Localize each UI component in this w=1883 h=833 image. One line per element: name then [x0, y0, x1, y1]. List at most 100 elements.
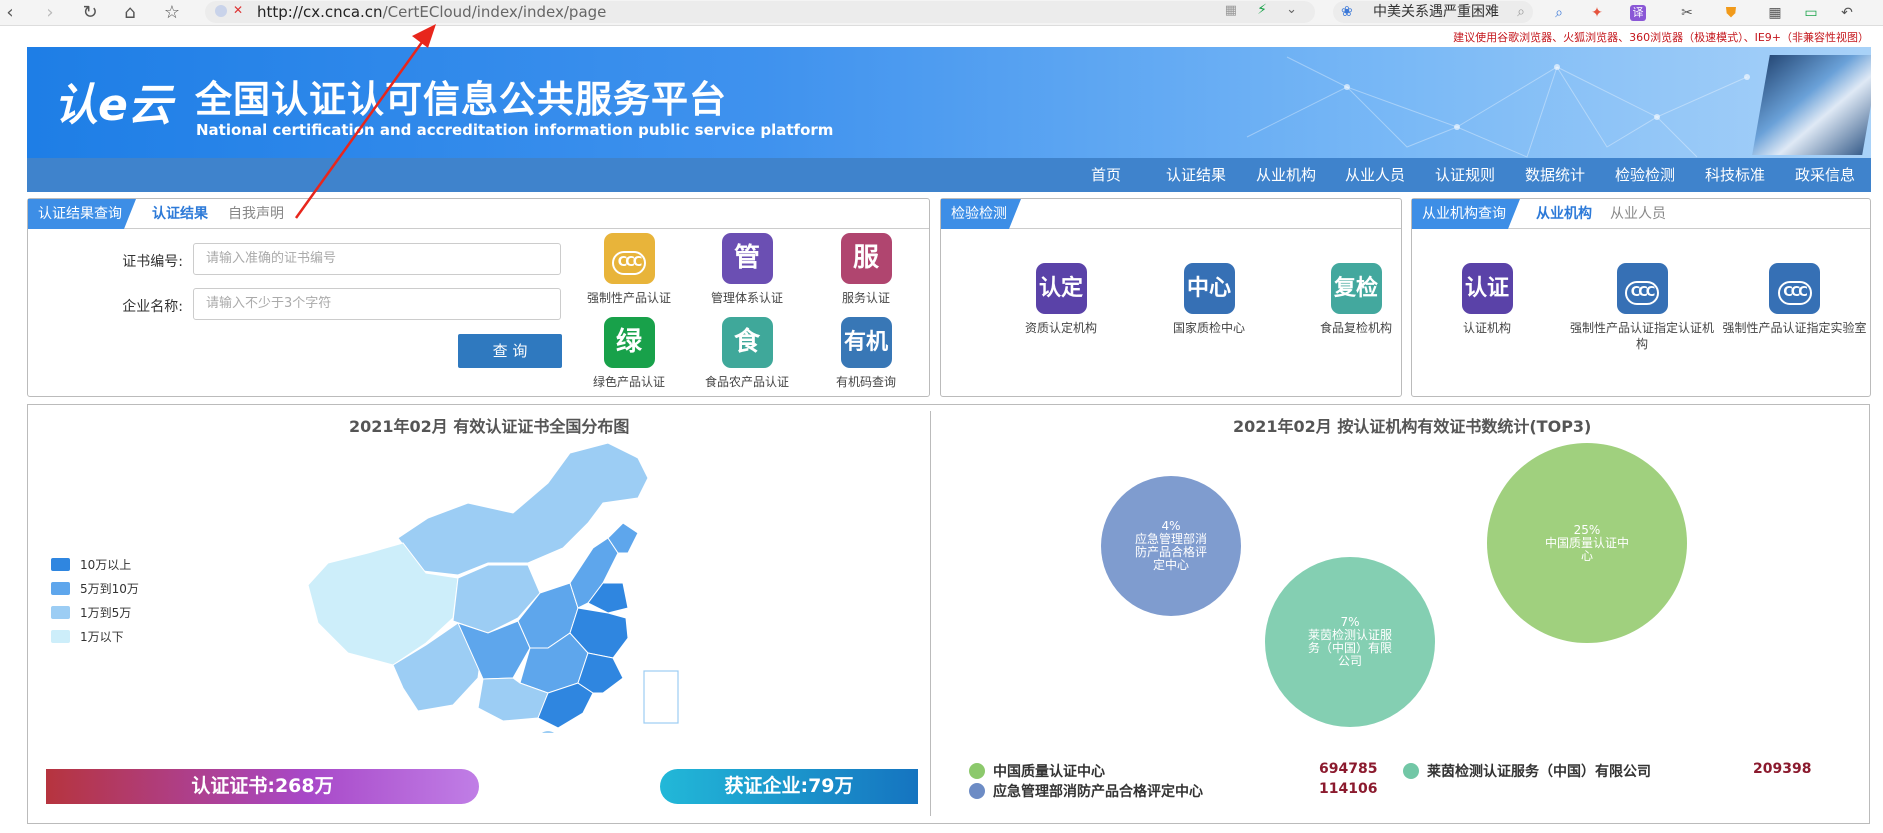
legend-swatch — [51, 606, 70, 619]
legend-item: 10万以上 — [51, 556, 131, 573]
company-count-pill: 获证企业:79万 — [660, 769, 918, 804]
ccc-icon: CCC — [1616, 263, 1668, 314]
tab-institution-query[interactable]: 从业机构查询 — [1412, 199, 1520, 229]
company-name-label: 企业名称: — [122, 299, 183, 315]
reload-icon[interactable]: ↻ — [80, 3, 100, 23]
nav-institutions[interactable]: 从业机构 — [1256, 158, 1316, 192]
query-button[interactable]: 查 询 — [458, 334, 562, 368]
tile-label: 服务认证 — [841, 291, 890, 305]
bubble-label: 中国质量认证中心 — [1544, 535, 1629, 563]
battery-icon[interactable]: ▭ — [1800, 3, 1822, 23]
cert-count-pill: 认证证书:268万 — [46, 769, 479, 804]
chart-legend-value: 209398 — [1753, 761, 1812, 777]
tile-label: 国家质检中心 — [1172, 321, 1245, 335]
tile-cert-bodies[interactable]: 认证 认证机构 — [1417, 263, 1557, 336]
magnify-icon[interactable]: ⌕ — [1548, 3, 1570, 23]
shield-icon[interactable]: ⛊ — [1720, 3, 1742, 23]
bubble-cqc[interactable]: 25% 中国质量认证中心 — [1487, 443, 1687, 643]
chart-legend-value: 114106 — [1319, 781, 1378, 797]
apps-icon[interactable]: ▦ — [1764, 3, 1786, 23]
nav-cert-rules[interactable]: 认证规则 — [1435, 158, 1495, 192]
legend-dot — [1403, 763, 1419, 779]
forward-icon[interactable]: › — [40, 3, 60, 23]
site-subtitle: National certification and accreditation… — [196, 121, 834, 139]
home-icon[interactable]: ⌂ — [120, 3, 140, 23]
game-icon[interactable]: ✦ — [1586, 3, 1608, 23]
site-info-icon[interactable] — [215, 5, 227, 17]
nav-inspection[interactable]: 检验检测 — [1615, 158, 1675, 192]
tab-institutions[interactable]: 从业机构 — [1536, 199, 1592, 229]
legend-item: 5万到10万 — [51, 580, 139, 597]
nav-procurement[interactable]: 政采信息 — [1795, 158, 1855, 192]
tab-inspection[interactable]: 检验检测 — [941, 199, 1021, 229]
map-title: 2021年02月 有效认证证书全国分布图 — [349, 417, 630, 436]
address-bar[interactable]: ✕ http://cx.cnca.cn/CertECloud/index/ind… — [205, 1, 1315, 23]
tab-self-declaration[interactable]: 自我声明 — [228, 199, 284, 229]
chart-legend-item: 应急管理部消防产品合格评定中心 — [969, 781, 1203, 801]
tile-qualification[interactable]: 认定 资质认定机构 — [991, 263, 1131, 336]
nav-statistics[interactable]: 数据统计 — [1525, 158, 1585, 192]
star-icon[interactable]: ☆ — [162, 3, 182, 23]
chart-legend-item: 中国质量认证中心 — [969, 761, 1105, 781]
nav-tech-standards[interactable]: 科技标准 — [1705, 158, 1765, 192]
legend-swatch — [51, 582, 70, 595]
cert-number-input[interactable]: 请输入准确的证书编号 — [193, 243, 561, 275]
tile-ccc-cert-bodies[interactable]: CCC 强制性产品认证指定认证机构 — [1567, 263, 1717, 352]
translate-icon[interactable]: 译 — [1630, 5, 1646, 21]
institution-query-panel: 从业机构查询 从业机构 从业人员 认证 认证机构 CCC 强制性产品认证指定认证… — [1411, 198, 1871, 397]
scissors-icon[interactable]: ✂ — [1676, 3, 1698, 23]
recheck-icon: 复检 — [1330, 263, 1382, 314]
statistics-section: 2021年02月 有效认证证书全国分布图 10万以上 5万到10万 1万到5万 … — [27, 404, 1870, 824]
cert-body-icon: 认证 — [1461, 263, 1513, 314]
lightning-icon[interactable]: ⚡ — [1257, 2, 1267, 18]
main-nav: 首页 认证结果 从业机构 从业人员 认证规则 数据统计 检验检测 科技标准 政采… — [27, 158, 1871, 192]
tile-ccc-labs[interactable]: CCC 强制性产品认证指定实验室 — [1717, 263, 1872, 336]
legend-dot — [969, 783, 985, 799]
legend-swatch — [51, 558, 70, 571]
tab-cert-query[interactable]: 认证结果查询 — [28, 199, 136, 229]
green-icon: 绿 — [603, 317, 655, 368]
undo-icon[interactable]: ↶ — [1836, 3, 1858, 23]
cert-query-panel: 认证结果查询 认证结果 自我声明 证书编号: 请输入准确的证书编号 企业名称: … — [27, 198, 930, 397]
site-logo: 认e云 — [54, 80, 172, 131]
chevron-down-icon[interactable]: ⌄ — [1286, 2, 1297, 17]
legend-dot — [969, 763, 985, 779]
tab-cert-results[interactable]: 认证结果 — [152, 199, 208, 229]
company-name-input[interactable]: 请输入不少于3个字符 — [193, 288, 561, 320]
network-decoration — [1246, 56, 1750, 158]
nav-cert-results[interactable]: 认证结果 — [1166, 158, 1226, 192]
chart-legend-item: 莱茵检测认证服务（中国）有限公司 — [1403, 761, 1651, 781]
china-map[interactable] — [308, 443, 708, 733]
paw-icon: ❀ — [1341, 4, 1353, 20]
url-text: http://cx.cnca.cn/CertECloud/index/index… — [257, 3, 607, 21]
site-banner: 认e云 全国认证认可信息公共服务平台 National certificatio… — [27, 47, 1871, 158]
bubble-tuv[interactable]: 7% 莱茵检测认证服务（中国）有限公司 — [1265, 557, 1435, 727]
search-text: 中美关系遇严重困难 — [1373, 4, 1499, 20]
bubble-fire-center[interactable]: 4% 应急管理部消防产品合格评定中心 — [1101, 476, 1241, 616]
tile-organic[interactable]: 有机 有机码查询 — [796, 317, 936, 390]
legend-swatch — [51, 630, 70, 643]
legend-item: 1万到5万 — [51, 604, 131, 621]
cert-number-label: 证书编号: — [122, 254, 183, 270]
tile-national-center[interactable]: 中心 国家质检中心 — [1139, 263, 1279, 336]
tab-practitioners[interactable]: 从业人员 — [1610, 199, 1666, 229]
management-icon: 管 — [721, 233, 773, 284]
tile-food-recheck[interactable]: 复检 食品复检机构 — [1286, 263, 1426, 336]
bubble-percent: 25% — [1573, 522, 1601, 537]
grid-icon[interactable]: ▦ — [1225, 3, 1237, 18]
chart-legend-value: 694785 — [1319, 761, 1378, 777]
panel-tabs: 从业机构查询 从业机构 从业人员 — [1412, 199, 1870, 229]
qualification-icon: 认定 — [1035, 263, 1087, 314]
nav-home[interactable]: 首页 — [1091, 158, 1121, 192]
tile-service[interactable]: 服 服务认证 — [796, 233, 936, 306]
search-icon[interactable]: ⌕ — [1517, 1, 1525, 23]
section-divider — [930, 411, 931, 816]
browser-search[interactable]: ❀ 中美关系遇严重困难 ⌕ — [1333, 1, 1533, 23]
center-icon: 中心 — [1183, 263, 1235, 314]
service-icon: 服 — [840, 233, 892, 284]
ccc-icon: CCC — [1769, 263, 1820, 314]
insecure-icon: ✕ — [233, 3, 244, 17]
banner-photo — [1752, 55, 1871, 155]
back-icon[interactable]: ‹ — [0, 3, 20, 23]
nav-practitioners[interactable]: 从业人员 — [1345, 158, 1405, 192]
